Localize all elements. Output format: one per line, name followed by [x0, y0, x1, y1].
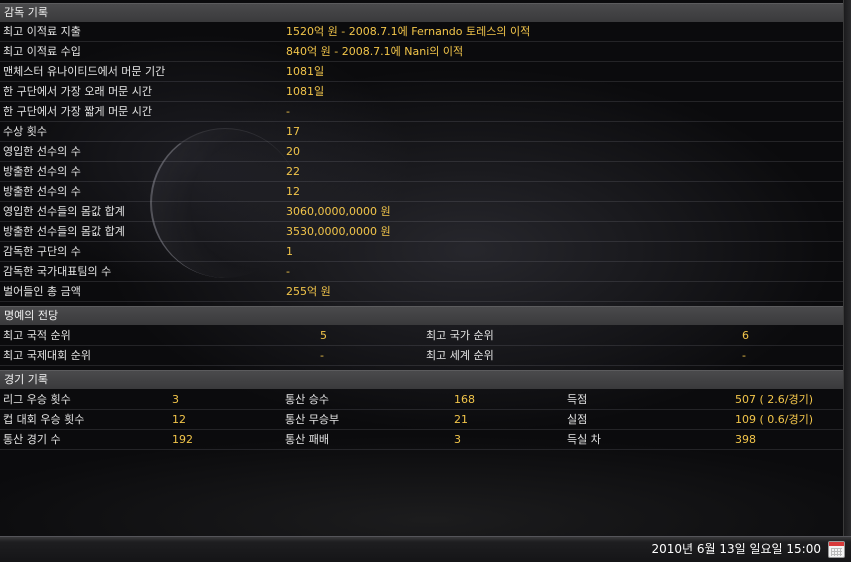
record-label: 한 구단에서 가장 오래 머문 시간 — [3, 85, 153, 98]
record-label: 영입한 선수의 수 — [3, 145, 81, 158]
record-label: 최고 이적료 수입 — [3, 45, 81, 58]
match-label: 통산 경기 수 — [3, 433, 61, 446]
record-label: 최고 이적료 지출 — [3, 25, 81, 38]
record-value: 22 — [286, 165, 300, 178]
match-value: 12 — [172, 413, 186, 426]
match-label: 득점 — [567, 393, 588, 406]
honor-row: 최고 국제대회 순위 - 최고 세계 순위 - — [0, 346, 843, 366]
record-value: 20 — [286, 145, 300, 158]
record-value: 1520억 원 - 2008.7.1에 Fernando 토레스의 이적 — [286, 25, 531, 38]
record-row: 감독한 국가대표팀의 수 - — [0, 262, 843, 282]
match-value: 3 — [454, 433, 461, 446]
record-value: 3530,0000,0000 원 — [286, 225, 391, 238]
match-label: 실점 — [567, 413, 588, 426]
record-row: 방출한 선수들의 몸값 합계 3530,0000,0000 원 — [0, 222, 843, 242]
honor-label: 최고 세계 순위 — [426, 349, 494, 362]
section-header-match-record: 경기 기록 — [0, 370, 843, 389]
record-row: 영입한 선수의 수 20 — [0, 142, 843, 162]
section-header-hall-of-fame: 명예의 전당 — [0, 306, 843, 325]
calendar-icon[interactable] — [828, 541, 845, 558]
match-value: 168 — [454, 393, 475, 406]
record-label: 방출한 선수들의 몸값 합계 — [3, 225, 125, 238]
match-value: 109 ( 0.6/경기) — [735, 413, 814, 426]
calendar-icon-header — [829, 542, 844, 546]
record-label: 한 구단에서 가장 짧게 머문 시간 — [3, 105, 153, 118]
record-label: 영입한 선수들의 몸값 합계 — [3, 205, 125, 218]
record-row: 방출한 선수의 수 22 — [0, 162, 843, 182]
honor-label: 최고 국가 순위 — [426, 329, 494, 342]
honor-value: - — [742, 349, 746, 362]
record-label: 감독한 구단의 수 — [3, 245, 81, 258]
honor-label: 최고 국적 순위 — [3, 329, 71, 342]
match-row: 컵 대회 우승 횟수 12 통산 무승부 21 실점 109 ( 0.6/경기) — [0, 410, 843, 430]
match-value: 398 — [735, 433, 756, 446]
record-value: - — [286, 105, 290, 118]
record-row: 벌어들인 총 금액 255억 원 — [0, 282, 843, 302]
honor-label: 최고 국제대회 순위 — [3, 349, 91, 362]
record-row: 한 구단에서 가장 오래 머문 시간 1081일 — [0, 82, 843, 102]
record-label: 수상 횟수 — [3, 125, 47, 138]
record-label: 방출한 선수의 수 — [3, 165, 81, 178]
record-row: 영입한 선수들의 몸값 합계 3060,0000,0000 원 — [0, 202, 843, 222]
honor-value: 5 — [320, 329, 327, 342]
record-label: 감독한 국가대표팀의 수 — [3, 265, 112, 278]
match-label: 통산 패배 — [285, 433, 329, 446]
record-value: 3060,0000,0000 원 — [286, 205, 391, 218]
match-label: 리그 우승 횟수 — [3, 393, 71, 406]
match-value: 507 ( 2.6/경기) — [735, 393, 814, 406]
record-row: 최고 이적료 수입 840억 원 - 2008.7.1에 Nani의 이적 — [0, 42, 843, 62]
record-row: 한 구단에서 가장 짧게 머문 시간 - — [0, 102, 843, 122]
match-label: 컵 대회 우승 횟수 — [3, 413, 85, 426]
game-date-clock: 2010년 6월 13일 일요일 15:00 — [651, 542, 821, 556]
record-value: 1081일 — [286, 85, 325, 98]
record-row: 방출한 선수의 수 12 — [0, 182, 843, 202]
record-row: 맨체스터 유나이티드에서 머문 기간 1081일 — [0, 62, 843, 82]
record-value: 1081일 — [286, 65, 325, 78]
calendar-icon-grid — [831, 548, 842, 556]
honor-row: 최고 국적 순위 5 최고 국가 순위 6 — [0, 326, 843, 346]
record-value: 255억 원 — [286, 285, 331, 298]
record-label: 맨체스터 유나이티드에서 머문 기간 — [3, 65, 166, 78]
record-value: 12 — [286, 185, 300, 198]
match-value: 192 — [172, 433, 193, 446]
match-value: 21 — [454, 413, 468, 426]
scrollbar[interactable] — [843, 0, 851, 536]
match-label: 득실 차 — [567, 433, 601, 446]
honor-value: 6 — [742, 329, 749, 342]
record-value: 17 — [286, 125, 300, 138]
record-label: 방출한 선수의 수 — [3, 185, 81, 198]
record-row: 최고 이적료 지출 1520억 원 - 2008.7.1에 Fernando 토… — [0, 22, 843, 42]
record-value: - — [286, 265, 290, 278]
record-label: 벌어들인 총 금액 — [3, 285, 81, 298]
match-row: 통산 경기 수 192 통산 패배 3 득실 차 398 — [0, 430, 843, 450]
record-row: 수상 횟수 17 — [0, 122, 843, 142]
taskbar: 2010년 6월 13일 일요일 15:00 — [0, 536, 851, 562]
match-label: 통산 무승부 — [285, 413, 340, 426]
match-value: 3 — [172, 393, 179, 406]
honor-value: - — [320, 349, 324, 362]
match-label: 통산 승수 — [285, 393, 329, 406]
section-header-manager-record: 감독 기록 — [0, 3, 843, 22]
record-row: 감독한 구단의 수 1 — [0, 242, 843, 262]
main-panel: 감독 기록 최고 이적료 지출 1520억 원 - 2008.7.1에 Fern… — [0, 0, 851, 536]
record-value: 1 — [286, 245, 293, 258]
record-value: 840억 원 - 2008.7.1에 Nani의 이적 — [286, 45, 464, 58]
match-row: 리그 우승 횟수 3 통산 승수 168 득점 507 ( 2.6/경기) — [0, 390, 843, 410]
